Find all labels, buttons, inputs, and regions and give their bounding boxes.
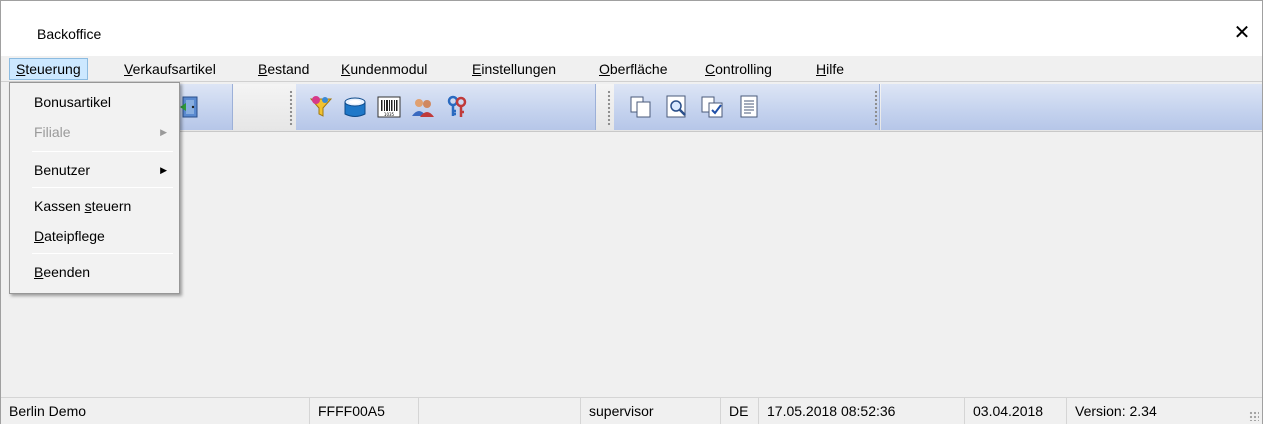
status-location: Berlin Demo (5, 398, 310, 424)
menu-bestand[interactable]: Bestand (252, 58, 315, 80)
status-bar: Berlin Demo FFFF00A5 supervisor DE 17.05… (1, 397, 1262, 424)
new-document-icon[interactable] (628, 94, 654, 120)
menu-item-filiale: Filiale ▶ (12, 119, 177, 145)
toolbar: 1035 (9, 84, 1262, 132)
menu-bar: Steuerung Verkaufsartikel Bestand Kunden… (1, 56, 1262, 82)
status-version: Version: 2.34 (1075, 403, 1157, 419)
status-datetime: 17.05.2018 08:52:36 (763, 398, 965, 424)
toolbar-grip[interactable] (289, 90, 293, 126)
submenu-arrow-icon: ▶ (160, 127, 167, 137)
menu-verkaufsartikel[interactable]: Verkaufsartikel (118, 58, 222, 80)
resize-grip[interactable] (1249, 411, 1259, 421)
status-language: DE (725, 398, 759, 424)
filter-funnel-icon[interactable] (308, 94, 334, 120)
menu-item-beenden[interactable]: Beenden (12, 259, 177, 285)
toolbar-band-2: 1035 (296, 84, 596, 130)
title-bar: Backoffice ✕ (1, 1, 1262, 56)
steuerung-dropdown-menu: Bonusartikel Filiale ▶ Benutzer ▶ Kassen s… (9, 82, 180, 294)
status-date: 03.04.2018 (969, 398, 1067, 424)
checked-document-icon[interactable] (700, 94, 726, 120)
menu-controlling[interactable]: Controlling (699, 58, 778, 80)
menu-separator (32, 253, 173, 254)
status-empty (419, 398, 581, 424)
submenu-arrow-icon: ▶ (160, 165, 167, 175)
menu-steuerung[interactable]: Steuerung (9, 58, 88, 80)
preview-icon[interactable] (664, 94, 690, 120)
toolbar-grip[interactable] (607, 90, 611, 126)
menu-einstellungen[interactable]: Einstellungen (466, 58, 562, 80)
workspace-area (9, 133, 1262, 395)
window-title: Backoffice (37, 26, 102, 42)
menu-kundenmodul[interactable]: Kundenmodul (335, 58, 433, 80)
menu-oberflaeche[interactable]: Oberfläche (593, 58, 673, 80)
menu-item-benutzer[interactable]: Benutzer ▶ (12, 157, 177, 183)
menu-item-kassen-steuern[interactable]: Kassen steuern (12, 193, 177, 219)
exit-door-icon[interactable] (177, 94, 203, 120)
app-window: Backoffice ✕ Steuerung Verkaufsartikel B… (0, 0, 1263, 424)
menu-hilfe[interactable]: Hilfe (810, 58, 850, 80)
menu-item-dateipflege[interactable]: Dateipflege (12, 223, 177, 249)
menu-item-bonusartikel[interactable]: Bonusartikel (12, 89, 177, 115)
toolbar-grip[interactable] (874, 90, 878, 126)
menu-separator (32, 187, 173, 188)
users-icon[interactable] (410, 94, 436, 120)
database-icon[interactable] (342, 94, 368, 120)
menu-separator (32, 151, 173, 152)
svg-text:1035: 1035 (384, 112, 395, 117)
text-document-icon[interactable] (736, 94, 762, 120)
close-button[interactable]: ✕ (1228, 19, 1256, 47)
keys-icon[interactable] (444, 94, 470, 120)
toolbar-band-3 (614, 84, 880, 130)
toolbar-band-4 (881, 84, 1262, 130)
status-code: FFFF00A5 (314, 398, 419, 424)
barcode-icon[interactable]: 1035 (376, 94, 402, 120)
status-user: supervisor (585, 398, 721, 424)
